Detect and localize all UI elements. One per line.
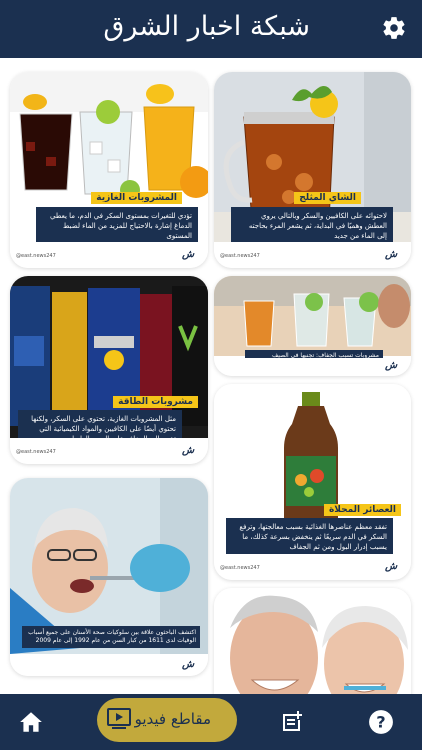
gear-icon[interactable] xyxy=(378,12,410,44)
card-title: العصائر المحلاة xyxy=(323,504,401,516)
brand-logo: ش xyxy=(182,659,195,670)
news-feed[interactable]: المشروبات الغازية تؤدي للتغيرات بمستوى ا… xyxy=(0,58,422,694)
app-title: شبكة اخبار الشرق xyxy=(103,11,310,42)
news-card-elderly-couple[interactable] xyxy=(214,588,411,694)
card-title: مشروبات الطاقة xyxy=(113,396,198,408)
card-handle: @east.news247 xyxy=(220,253,260,259)
card-title: الشاي المثلج xyxy=(294,192,361,204)
card-caption: تفقد معظم عناصرها الغذائية بسبب معالجتها… xyxy=(226,518,393,556)
brand-logo: ش xyxy=(385,249,398,260)
post-add-icon[interactable] xyxy=(276,706,308,738)
card-footer: @east.news247 ش xyxy=(214,242,411,268)
card-title: المشروبات الغازية xyxy=(91,192,182,204)
news-card-energy-drinks[interactable]: مشروبات الطاقة مثل المشروبات الغازية، تح… xyxy=(10,276,208,464)
news-card-dental-health[interactable]: اكتشف الباحثون علاقة بين سلوكيات صحة الأ… xyxy=(10,478,208,676)
svg-text:?: ? xyxy=(376,712,385,731)
news-card-summer-drinks[interactable]: مشروبات تسبب الجفاف: تجنبها في الصيف ش xyxy=(214,276,411,376)
card-handle: @east.news247 xyxy=(16,253,56,259)
videos-button[interactable]: مقاطع فيديو xyxy=(97,698,237,742)
summer-drinks-image xyxy=(214,276,411,356)
brand-logo: ش xyxy=(385,561,398,572)
card-handle: @east.news247 xyxy=(220,565,260,571)
brand-logo: ش xyxy=(182,445,195,456)
home-icon[interactable] xyxy=(15,706,47,738)
app-header: شبكة اخبار الشرق xyxy=(0,0,422,58)
video-play-icon xyxy=(107,708,131,734)
news-card-iced-tea[interactable]: الشاي المثلج لاحتوائه على الكافيين والسك… xyxy=(214,72,411,268)
card-footer: ش xyxy=(10,656,208,676)
card-footer: ش xyxy=(214,358,411,376)
card-caption: اكتشف الباحثون علاقة بين سلوكيات صحة الأ… xyxy=(22,626,200,648)
elderly-couple-image xyxy=(214,588,411,694)
card-handle: @east.news247 xyxy=(16,449,56,455)
card-caption: لاحتوائه على الكافيين والسكر وبالتالي ير… xyxy=(231,207,393,245)
help-icon[interactable]: ? xyxy=(365,706,397,738)
news-card-soft-drinks[interactable]: المشروبات الغازية تؤدي للتغيرات بمستوى ا… xyxy=(10,72,208,268)
brand-logo: ش xyxy=(182,249,195,260)
news-card-sweetened-juice[interactable]: العصائر المحلاة تفقد معظم عناصرها الغذائ… xyxy=(214,384,411,580)
brand-logo: ش xyxy=(385,360,398,371)
card-footer: @east.news247 ش xyxy=(214,554,411,580)
card-footer: @east.news247 ش xyxy=(10,438,208,464)
videos-label: مقاطع فيديو xyxy=(134,710,211,728)
bottom-nav: مقاطع فيديو ? xyxy=(0,694,422,750)
card-footer: @east.news247 ش xyxy=(10,242,208,268)
card-caption: تؤدي للتغيرات بمستوى السكر في الدم، ما ي… xyxy=(36,207,198,245)
